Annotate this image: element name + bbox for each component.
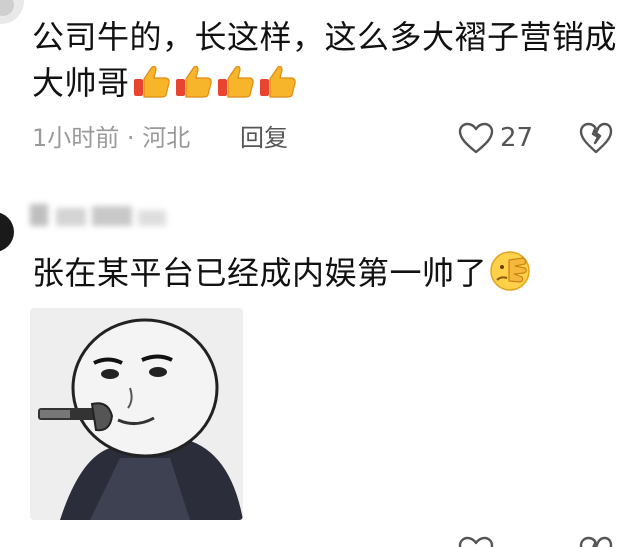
comment-location: 河北 bbox=[142, 124, 191, 152]
user-avatar[interactable] bbox=[0, 212, 14, 252]
like-count: 27 bbox=[500, 123, 534, 153]
facepalm-emoji-icon bbox=[490, 251, 530, 291]
comment-time-location: 1小时前 · 河北 bbox=[32, 118, 190, 158]
comment-time: 1小时前 bbox=[32, 124, 120, 152]
heart-outline-icon bbox=[458, 122, 494, 154]
meme-face-drawing bbox=[30, 308, 243, 520]
comment-body: 公司牛的，长这样，这么多大褶子营销成大帅哥 bbox=[32, 18, 618, 102]
comment-meta: 1小时前 · 河北 回复 27 bbox=[32, 118, 640, 158]
thumbs-up-icon bbox=[175, 65, 212, 98]
reply-button[interactable]: 回复 bbox=[240, 118, 288, 158]
thumbs-up-icon bbox=[133, 65, 170, 98]
thumbs-up-icon bbox=[259, 65, 296, 98]
heart-outline-icon bbox=[458, 536, 494, 547]
username-blurred[interactable] bbox=[30, 200, 170, 236]
dislike-button[interactable] bbox=[579, 122, 613, 158]
blur-mask bbox=[30, 204, 166, 226]
comment-text: 公司牛的，长这样，这么多大褶子营销成大帅哥 bbox=[32, 14, 622, 106]
thumbs-up-icon bbox=[217, 65, 254, 98]
user-avatar[interactable] bbox=[0, 0, 24, 24]
comment-text: 张在某平台已经成内娱第一帅了 bbox=[32, 250, 622, 296]
dislike-button[interactable] bbox=[579, 536, 613, 547]
comment-body: 张在某平台已经成内娱第一帅了 bbox=[32, 254, 488, 292]
comment-feed: 公司牛的，长这样，这么多大褶子营销成大帅哥 1小时前 · 河北 回复 27 张在… bbox=[0, 0, 640, 547]
comment-meta bbox=[32, 532, 640, 547]
meta-separator: · bbox=[126, 124, 135, 152]
broken-heart-icon bbox=[579, 122, 613, 154]
thumbs-up-emoji-row bbox=[130, 64, 298, 102]
comment-image-meme[interactable] bbox=[30, 308, 243, 520]
broken-heart-icon bbox=[579, 536, 613, 547]
